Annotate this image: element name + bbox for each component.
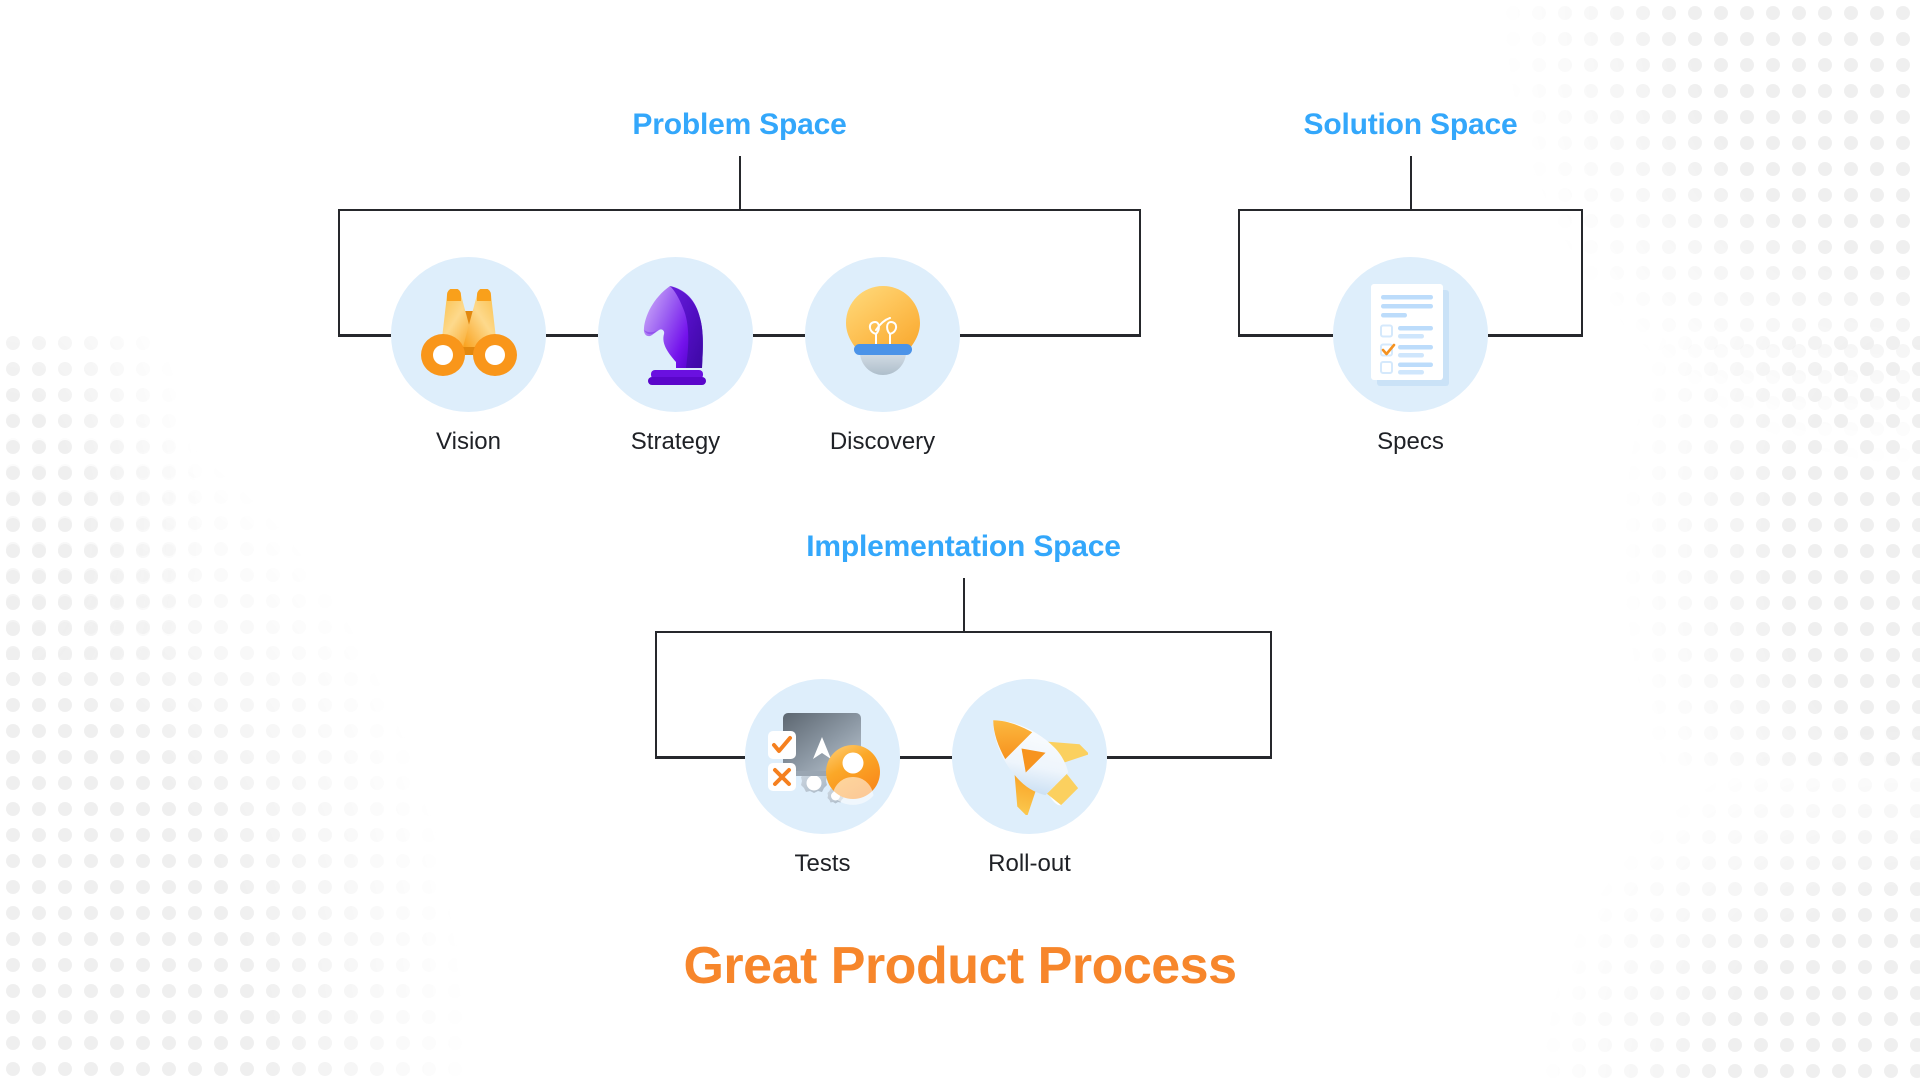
node-label-discovery: Discovery (829, 428, 936, 455)
node-bubble-tests (745, 679, 900, 834)
diagram-canvas: Problem Space Vision Strategy Discovery … (0, 0, 1920, 1080)
node-label-tests: Tests (794, 850, 851, 877)
node-bubble-discovery (805, 257, 960, 412)
checklist-document-icon (1365, 280, 1457, 390)
chess-knight-icon (637, 282, 715, 387)
connector-tests-rollout (900, 756, 952, 759)
connector-right-solution-space (1488, 334, 1583, 337)
connector-right-problem-space (960, 334, 1141, 337)
connector-vision-strategy (546, 334, 598, 337)
node-label-specs: Specs (1377, 428, 1444, 455)
connector-left-solution-space (1238, 334, 1333, 337)
node-specs[interactable]: Specs (1333, 257, 1488, 456)
node-bubble-vision (391, 257, 546, 412)
node-bubble-specs (1333, 257, 1488, 412)
testing-screen-icon (764, 705, 882, 809)
bracket-stem-implementation-space (962, 578, 965, 632)
node-bubble-strategy (598, 257, 753, 412)
rocket-icon (972, 699, 1088, 815)
halftone-dots-right (1620, 330, 1920, 770)
node-strategy[interactable]: Strategy (598, 257, 753, 456)
node-discovery[interactable]: Discovery (805, 257, 960, 456)
node-roll-out[interactable]: Roll-out (952, 679, 1107, 878)
binoculars-icon (419, 288, 519, 381)
node-label-vision: Vision (436, 428, 501, 455)
bracket-stem-solution-space (1409, 156, 1412, 210)
node-vision[interactable]: Vision (391, 257, 546, 456)
connector-strategy-discovery (753, 334, 805, 337)
group-title-implementation-space: Implementation Space (806, 530, 1121, 563)
bracket-stem-problem-space (738, 156, 741, 210)
group-title-solution-space: Solution Space (1303, 108, 1518, 141)
node-label-strategy: Strategy (630, 428, 721, 455)
connector-left-implementation-space (655, 756, 745, 759)
group-problem-space: Problem Space Vision Strategy Discovery (338, 108, 1141, 468)
lightbulb-icon (838, 282, 928, 388)
group-title-problem-space: Problem Space (632, 108, 847, 141)
connector-left-problem-space (338, 334, 391, 337)
node-tests[interactable]: Tests (745, 679, 900, 878)
node-label-roll-out: Roll-out (988, 850, 1071, 877)
group-implementation-space: Implementation Space Tests Roll-out (655, 530, 1272, 890)
connector-right-implementation-space (1107, 756, 1272, 759)
node-bubble-roll-out (952, 679, 1107, 834)
halftone-dots-left (0, 330, 200, 660)
page-title: Great Product Process (683, 937, 1237, 995)
halftone-dots-bottom-right (1540, 720, 1920, 1080)
group-solution-space: Solution Space Specs (1238, 108, 1583, 468)
